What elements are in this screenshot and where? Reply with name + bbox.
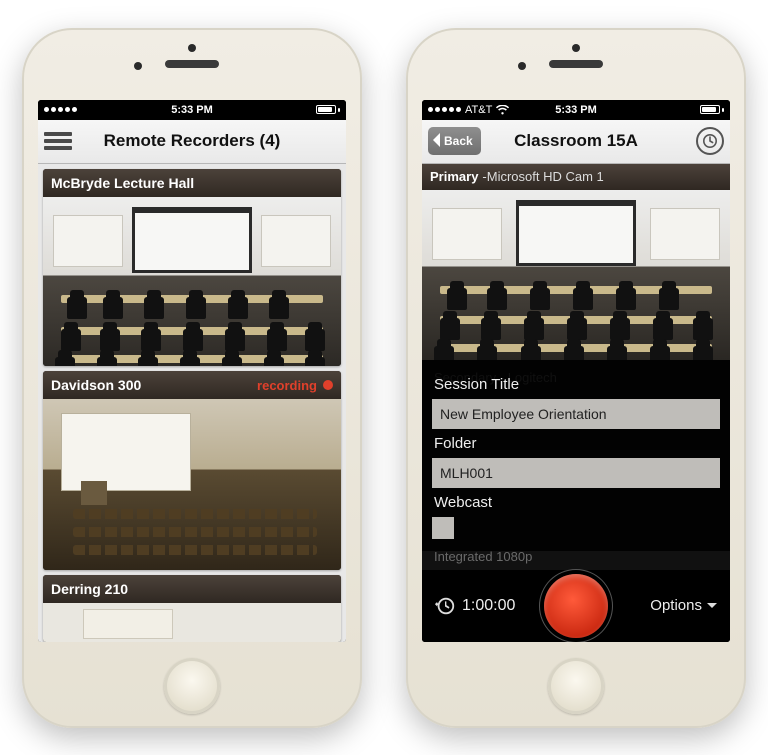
signal-icon bbox=[44, 107, 77, 112]
recorder-name: McBryde Lecture Hall bbox=[51, 175, 194, 191]
page-title: Classroom 15A bbox=[514, 131, 638, 151]
integrated-source-ghost: Integrated 1080p bbox=[434, 549, 532, 564]
folder-label: Folder bbox=[434, 435, 720, 452]
recorder-name: Davidson 300 bbox=[51, 377, 141, 393]
recorder-card[interactable]: McBryde Lecture Hall bbox=[43, 169, 341, 367]
status-bar: AT&T 5:33 PM bbox=[422, 100, 730, 120]
folder-input[interactable] bbox=[432, 458, 720, 488]
menu-icon[interactable] bbox=[44, 130, 72, 152]
screen-left: 5:33 PM Remote Recorders (4) bbox=[38, 100, 346, 642]
options-button[interactable]: Options bbox=[650, 597, 718, 614]
home-button[interactable] bbox=[164, 658, 220, 714]
front-camera bbox=[518, 62, 526, 70]
screen-right: AT&T 5:33 PM bbox=[422, 100, 730, 642]
wifi-icon bbox=[496, 105, 509, 115]
proximity-sensor bbox=[572, 44, 580, 52]
session-form: Session Title Folder Webcast bbox=[422, 360, 730, 551]
status-time: 5:33 PM bbox=[171, 104, 213, 116]
back-button[interactable]: Back bbox=[428, 127, 481, 155]
battery-icon bbox=[700, 105, 724, 114]
camera-preview bbox=[422, 190, 730, 360]
status-bar: 5:33 PM bbox=[38, 100, 346, 120]
camera-preview bbox=[43, 197, 341, 367]
history-icon bbox=[434, 595, 456, 617]
session-title-label: Session Title bbox=[434, 376, 720, 393]
camera-preview bbox=[43, 603, 341, 641]
webcast-checkbox[interactable] bbox=[432, 517, 454, 539]
page-title: Remote Recorders (4) bbox=[104, 131, 281, 151]
front-camera bbox=[134, 62, 142, 70]
nav-bar: Remote Recorders (4) bbox=[38, 120, 346, 164]
home-button[interactable] bbox=[548, 658, 604, 714]
carrier-label: AT&T bbox=[465, 104, 492, 116]
chevron-left-icon bbox=[432, 133, 442, 150]
recording-dot-icon bbox=[323, 380, 333, 390]
recording-badge: recording bbox=[257, 378, 333, 393]
duration-value: 1:00:00 bbox=[462, 597, 515, 615]
battery-icon bbox=[316, 105, 340, 114]
status-time: 5:33 PM bbox=[555, 104, 597, 116]
recorder-card[interactable]: Davidson 300 recording bbox=[43, 371, 341, 570]
nav-bar: Back Classroom 15A bbox=[422, 120, 730, 164]
source-primary-label: Primary bbox=[430, 169, 478, 184]
video-source-bar[interactable]: Primary - Microsoft HD Cam 1 bbox=[422, 164, 730, 190]
proximity-sensor bbox=[188, 44, 196, 52]
recorder-detail: Primary - Microsoft HD Cam 1 bbox=[422, 164, 730, 642]
recorder-card[interactable]: Derring 210 bbox=[43, 575, 341, 641]
signal-icon bbox=[428, 107, 461, 112]
clock-icon bbox=[702, 133, 718, 149]
record-button[interactable] bbox=[544, 574, 608, 638]
duration-display[interactable]: 1:00:00 bbox=[434, 595, 515, 617]
phone-left: 5:33 PM Remote Recorders (4) bbox=[22, 28, 362, 728]
recorder-name: Derring 210 bbox=[51, 581, 128, 597]
earpiece-speaker bbox=[165, 60, 219, 68]
recorder-list[interactable]: McBryde Lecture Hall bbox=[38, 164, 346, 642]
schedule-button[interactable] bbox=[696, 127, 724, 155]
record-toolbar: 1:00:00 Options bbox=[422, 570, 730, 642]
phone-right: AT&T 5:33 PM bbox=[406, 28, 746, 728]
session-title-input[interactable] bbox=[432, 399, 720, 429]
earpiece-speaker bbox=[549, 60, 603, 68]
camera-preview bbox=[43, 399, 341, 570]
chevron-down-icon bbox=[706, 597, 718, 614]
source-device-name: Microsoft HD Cam 1 bbox=[487, 169, 604, 184]
webcast-label: Webcast bbox=[434, 494, 720, 511]
